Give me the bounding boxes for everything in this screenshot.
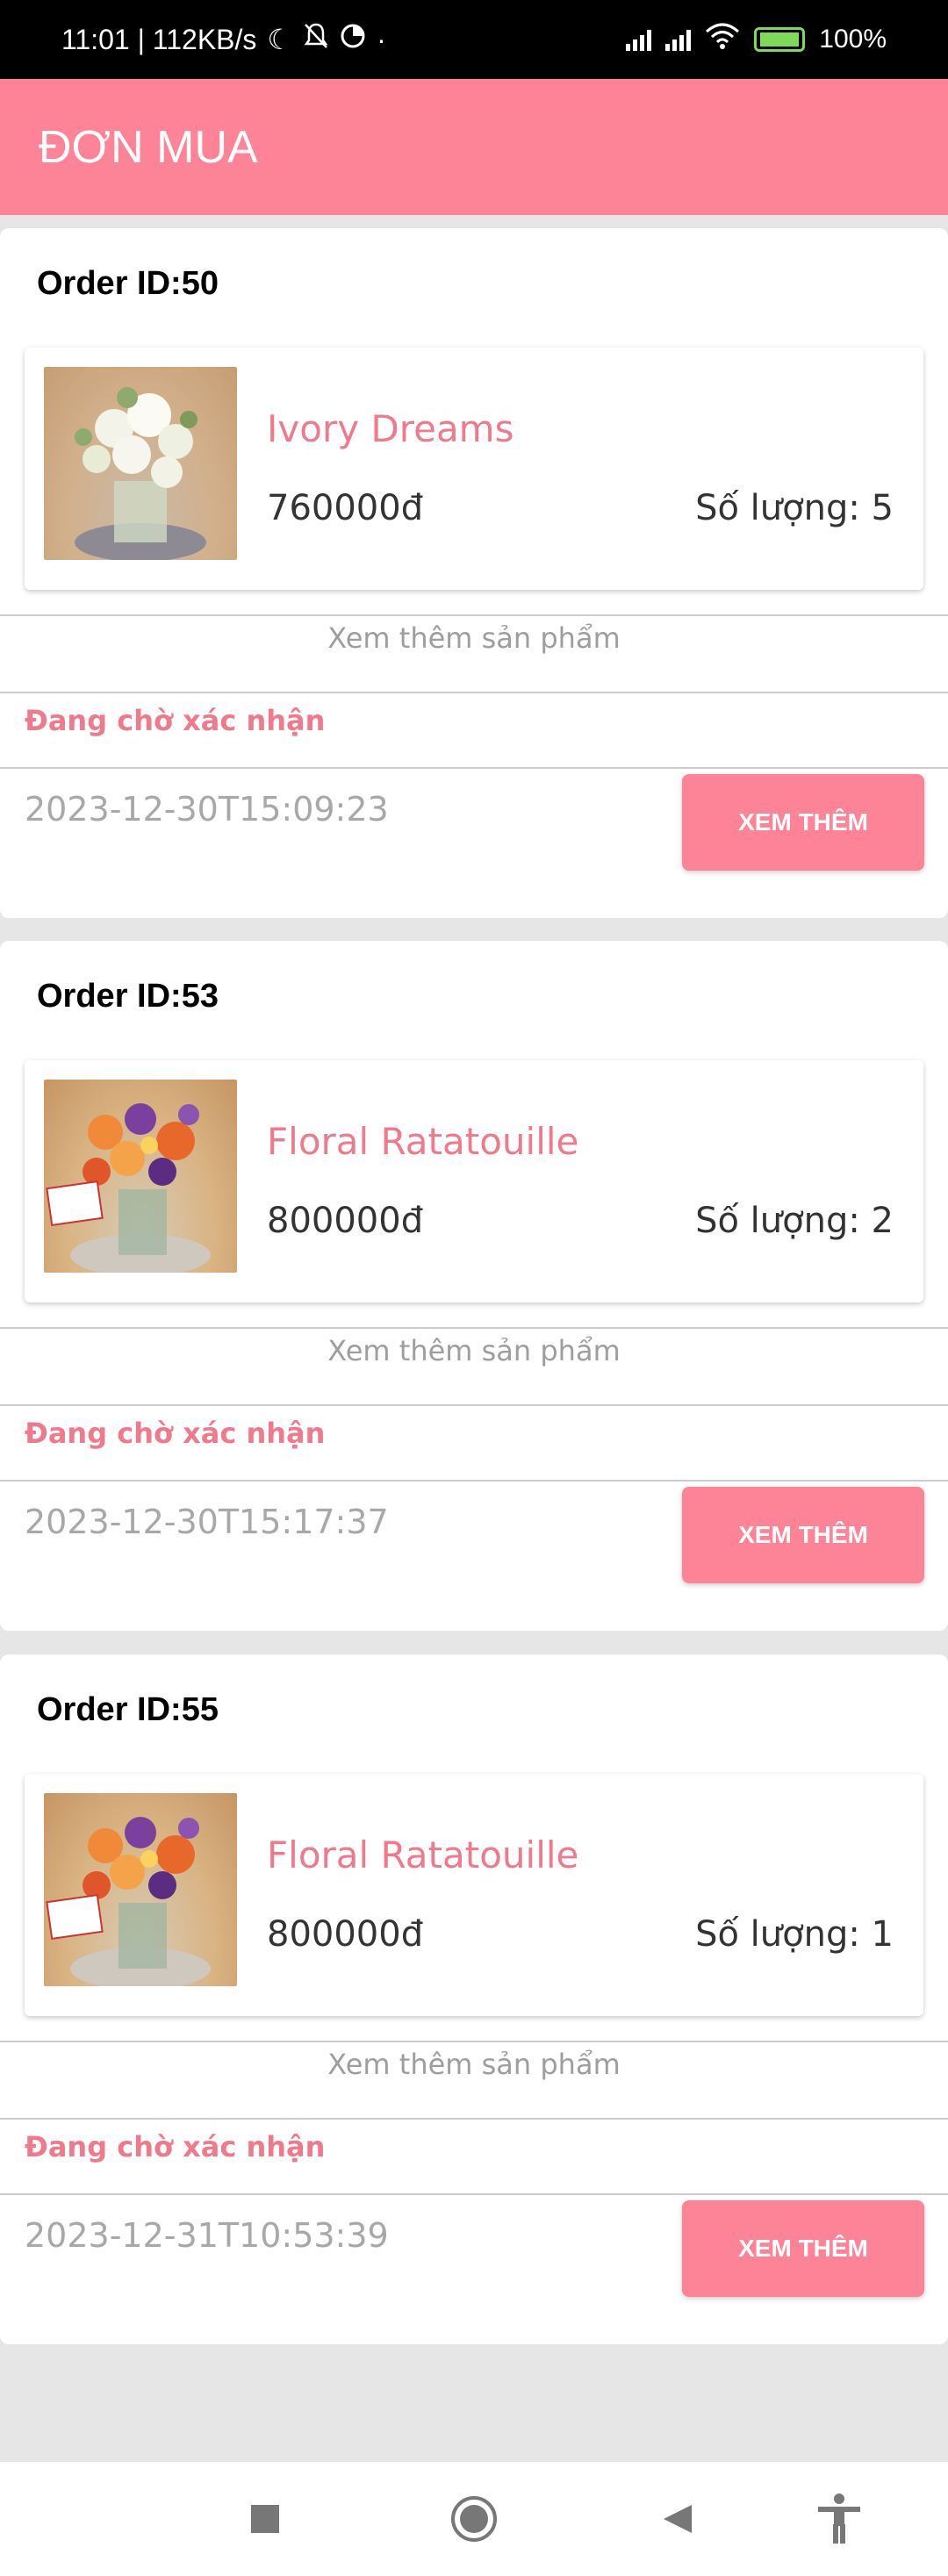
order-date: 2023-12-30T15:17:37: [25, 1503, 389, 1541]
order-date: 2023-12-30T15:09:23: [25, 790, 389, 829]
ivory-flower-image: [44, 367, 237, 562]
product-name: Floral Ratatouille: [267, 1833, 579, 1876]
see-more-products-link[interactable]: Xem thêm sản phẩm: [0, 621, 948, 655]
order-id: Order ID:55: [37, 1691, 219, 1728]
divider: [0, 2193, 948, 2195]
order-card: Order ID:50 Ivory Dreams 760000đ Số lượn…: [0, 228, 948, 918]
see-more-products-link[interactable]: Xem thêm sản phẩm: [0, 1334, 948, 1367]
moon-icon: ☾: [267, 24, 293, 55]
recents-square-icon[interactable]: [212, 2462, 318, 2576]
product-price: 760000đ: [267, 488, 424, 528]
product-card[interactable]: Floral Ratatouille 800000đ Số lượng: 2: [25, 1060, 923, 1302]
status-badge: Đang chờ xác nhận: [25, 704, 326, 737]
signal-icon: [626, 28, 652, 51]
divider: [0, 1327, 948, 1329]
data-saver-icon: [340, 23, 366, 56]
floral-ratatouille-image: [44, 1793, 237, 1990]
status-badge: Đang chờ xác nhận: [25, 1417, 326, 1450]
order-id: Order ID:50: [37, 265, 219, 302]
order-date: 2023-12-31T10:53:39: [25, 2216, 389, 2255]
divider: [0, 767, 948, 769]
app-bar: ĐƠN MUA: [0, 79, 948, 215]
accessibility-icon[interactable]: [786, 2462, 892, 2576]
order-id: Order ID:53: [37, 978, 219, 1015]
home-circle-icon[interactable]: [421, 2462, 527, 2576]
bell-off-icon: [303, 22, 329, 57]
view-more-button[interactable]: XEM THÊM: [682, 2200, 924, 2297]
see-more-products-link[interactable]: Xem thêm sản phẩm: [0, 2048, 948, 2081]
navigation-bar: [0, 2462, 948, 2576]
divider: [0, 2041, 948, 2042]
status-right: 100%: [626, 0, 887, 79]
back-triangle-icon[interactable]: [625, 2462, 730, 2576]
view-more-button[interactable]: XEM THÊM: [682, 1487, 924, 1583]
divider: [0, 1404, 948, 1406]
view-more-button[interactable]: XEM THÊM: [682, 774, 924, 871]
product-name: Ivory Dreams: [267, 407, 514, 450]
status-bar: 11:01 | 112KB/s ☾ · 100%: [0, 0, 948, 79]
product-card[interactable]: Ivory Dreams 760000đ Số lượng: 5: [25, 348, 923, 590]
product-quantity: Số lượng: 1: [695, 1914, 894, 1955]
floral-ratatouille-image: [44, 1080, 237, 1276]
divider: [0, 692, 948, 693]
product-card[interactable]: Floral Ratatouille 800000đ Số lượng: 1: [25, 1774, 923, 2016]
divider: [0, 614, 948, 616]
battery-charging-icon: [754, 27, 806, 52]
status-left: 11:01 | 112KB/s ☾ ·: [61, 0, 386, 79]
product-name: Floral Ratatouille: [267, 1120, 579, 1163]
order-card: Order ID:55 Floral Ratatouille 800000đ S…: [0, 1654, 948, 2344]
product-quantity: Số lượng: 2: [695, 1201, 894, 1241]
divider: [0, 2118, 948, 2120]
dot-icon: ·: [377, 23, 386, 55]
status-time: 11:01 | 112KB/s: [61, 23, 257, 55]
status-badge: Đang chờ xác nhận: [25, 2130, 326, 2163]
product-price: 800000đ: [267, 1914, 424, 1955]
signal-icon: [665, 28, 692, 51]
page-title: ĐƠN MUA: [39, 121, 258, 173]
order-card: Order ID:53 Floral Ratatouille 800000đ S…: [0, 941, 948, 1631]
battery-percent: 100%: [819, 25, 887, 54]
divider: [0, 1480, 948, 1482]
product-quantity: Số lượng: 5: [695, 488, 894, 528]
product-price: 800000đ: [267, 1201, 424, 1241]
wifi-icon: [705, 23, 740, 56]
